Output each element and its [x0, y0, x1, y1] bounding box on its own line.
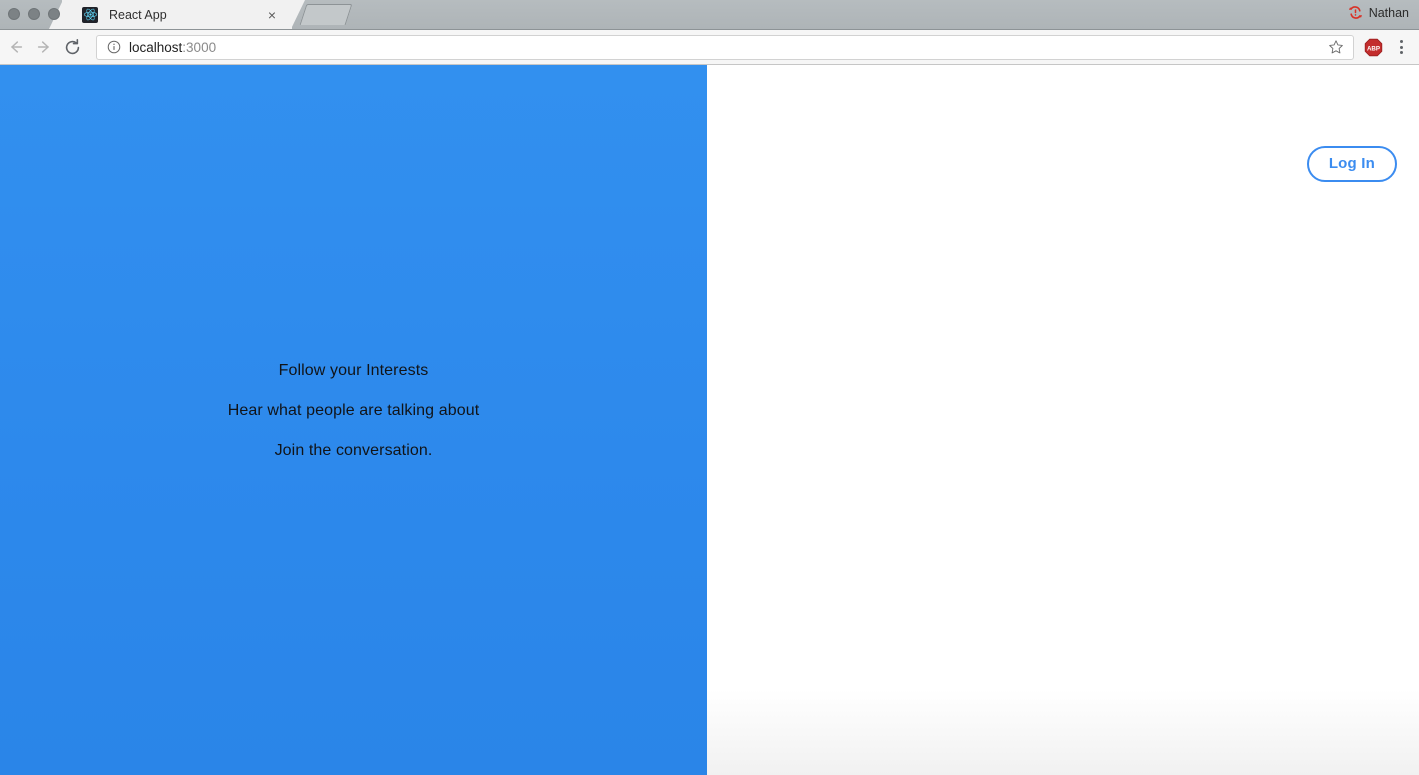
adblock-plus-extension-icon[interactable]: ABP [1364, 38, 1383, 57]
page-viewport: Follow your Interests Hear what people a… [0, 65, 1419, 775]
hero-panel: Follow your Interests Hear what people a… [0, 65, 707, 775]
react-app-root: Follow your Interests Hear what people a… [0, 65, 1419, 775]
tab-title: React App [109, 7, 167, 22]
url-host: localhost [129, 39, 183, 55]
svg-text:ABP: ABP [1367, 45, 1380, 52]
profile-chip[interactable]: Nathan [1348, 5, 1409, 20]
login-button-container: Log In [1306, 146, 1397, 182]
window-maximize-button[interactable] [48, 8, 60, 20]
window-close-button[interactable] [8, 8, 20, 20]
three-dot-menu-icon[interactable] [1392, 35, 1410, 59]
star-icon[interactable] [1327, 38, 1345, 56]
window-traffic-lights [8, 8, 60, 20]
browser-tab-react-app[interactable]: React App × [49, 0, 305, 29]
login-button[interactable]: Log In [1306, 146, 1397, 182]
hero-text-block: Follow your Interests Hear what people a… [228, 351, 480, 471]
hero-line-2: Hear what people are talking about [227, 402, 480, 419]
tab-close-icon[interactable]: × [264, 7, 280, 23]
new-tab-button[interactable] [299, 4, 353, 25]
forward-button[interactable] [30, 33, 58, 61]
hero-line-3: Join the conversation. [274, 442, 433, 459]
back-button[interactable] [2, 33, 30, 61]
profile-name: Nathan [1368, 5, 1409, 20]
browser-window: React App × Nathan localhost:3000 ABP Fo… [0, 0, 1419, 775]
sync-error-person-icon [1348, 5, 1363, 20]
react-logo-icon [82, 6, 98, 23]
reload-button[interactable] [58, 33, 86, 61]
window-minimize-button[interactable] [28, 8, 40, 20]
address-bar[interactable]: localhost:3000 [96, 34, 1354, 60]
hero-line-1: Follow your Interests [278, 362, 429, 379]
url-port: :3000 [182, 39, 217, 55]
address-bar-url: localhost:3000 [129, 40, 1327, 55]
browser-toolbar: localhost:3000 ABP [0, 30, 1419, 65]
tab-strip: React App × Nathan [0, 0, 1419, 30]
info-circle-icon[interactable] [106, 40, 121, 55]
